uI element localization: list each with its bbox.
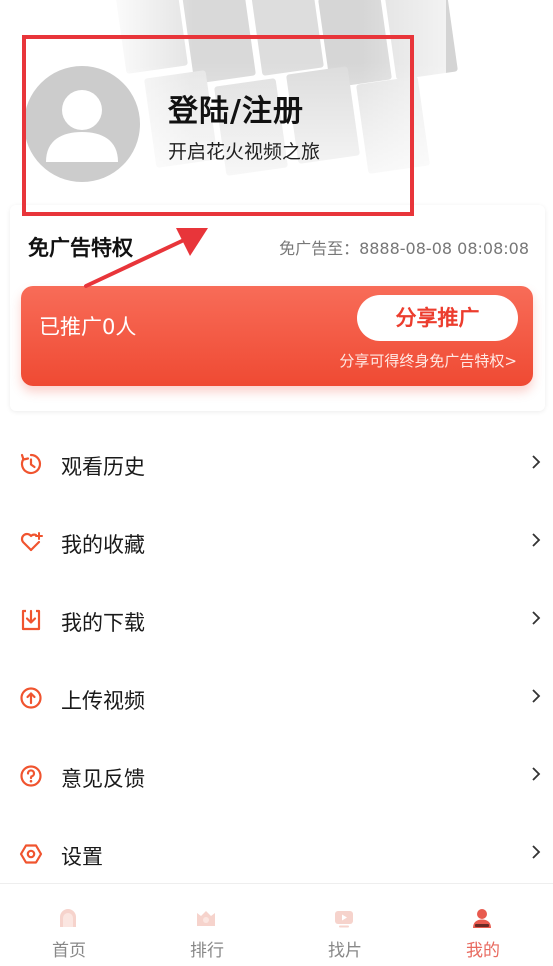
menu-item-label: 上传视频 [61, 689, 145, 713]
menu-item-feedback[interactable]: 意见反馈 [0, 737, 553, 815]
question-icon [20, 765, 42, 787]
heart-icon [20, 532, 43, 552]
annotation-arrow-icon [84, 228, 208, 288]
menu-item-label: 观看历史 [61, 455, 145, 479]
bottom-nav: 首页 排行 找片 我的 [0, 883, 553, 966]
annotation-highlight-box [22, 35, 414, 216]
nav-label: 找片 [328, 941, 362, 961]
menu-item-label: 我的下载 [61, 611, 145, 635]
chevron-right-icon [532, 611, 541, 625]
menu-item-label: 设置 [61, 845, 103, 869]
chevron-right-icon [532, 455, 541, 469]
promoted-count: 已推广0人 [39, 315, 137, 339]
share-promote-button[interactable]: 分享推广 [357, 295, 518, 341]
nav-ranking[interactable]: 排行 [138, 884, 276, 966]
chevron-right-icon [532, 845, 541, 859]
download-icon [21, 609, 41, 631]
video-icon [335, 911, 353, 928]
profile-icon [473, 909, 491, 928]
menu-item-history[interactable]: 观看历史 [0, 425, 553, 503]
history-icon [20, 453, 42, 475]
ad-free-expire-text: 免广告至：8888-08-08 08:08:08 [279, 239, 529, 258]
nav-label: 我的 [466, 941, 500, 961]
menu-item-label: 我的收藏 [61, 533, 145, 557]
share-hint-link[interactable]: 分享可得终身免广告特权> [339, 350, 517, 371]
menu-item-downloads[interactable]: 我的下载 [0, 581, 553, 659]
ranking-icon [197, 911, 215, 926]
nav-label: 排行 [190, 941, 224, 961]
promotion-banner: 已推广0人 分享推广 分享可得终身免广告特权> [21, 286, 533, 386]
home-icon [60, 909, 76, 927]
nav-profile[interactable]: 我的 [414, 884, 552, 966]
chevron-right-icon [532, 767, 541, 781]
menu-item-favorites[interactable]: 我的收藏 [0, 503, 553, 581]
upload-icon [20, 687, 42, 709]
chevron-right-icon [532, 533, 541, 547]
nav-discover[interactable]: 找片 [276, 884, 414, 966]
menu-item-label: 意见反馈 [61, 767, 145, 791]
menu-item-upload[interactable]: 上传视频 [0, 659, 553, 737]
menu-item-settings[interactable]: 设置 [0, 815, 553, 893]
nav-home[interactable]: 首页 [0, 884, 138, 966]
nav-label: 首页 [52, 941, 86, 961]
settings-icon [19, 844, 43, 864]
chevron-right-icon [532, 689, 541, 703]
